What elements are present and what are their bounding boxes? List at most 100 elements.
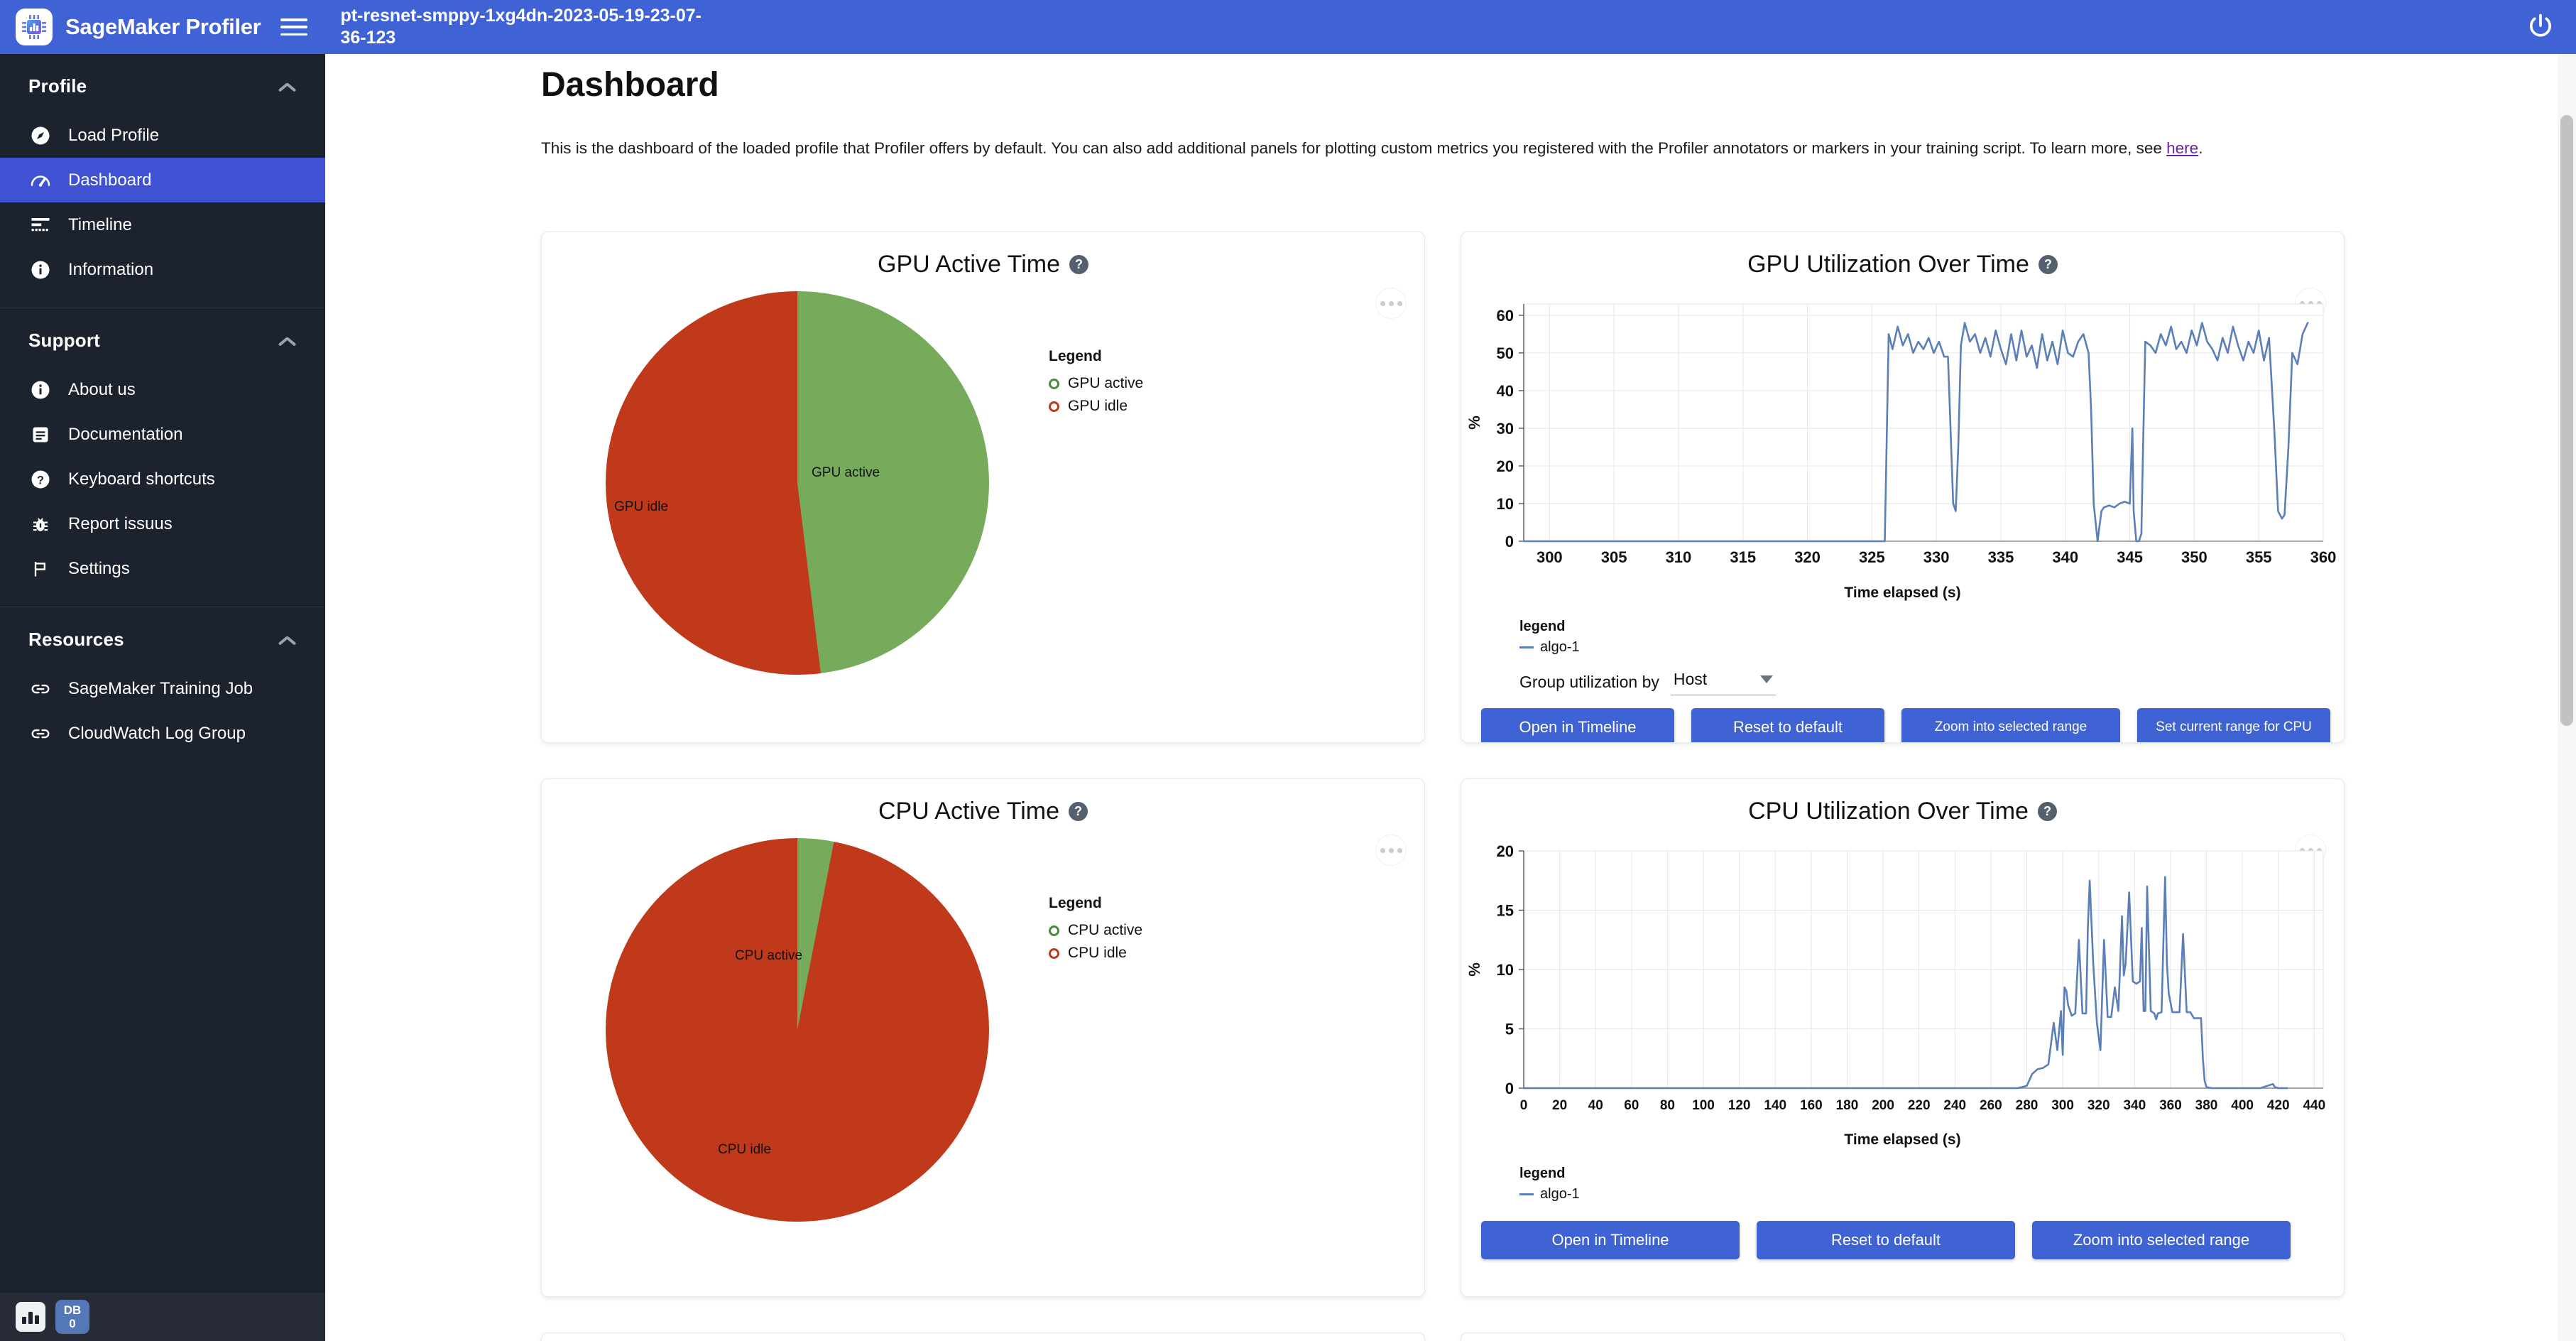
panel-title: Time Spent By Top 15 GPU Kernels ? — [1461, 1333, 2344, 1341]
sidebar-item-label: SageMaker Training Job — [68, 678, 253, 698]
reset-to-default-button[interactable]: Reset to default — [1757, 1221, 2015, 1259]
group-utilization-label: Group utilization by — [1519, 672, 1659, 691]
panel-cpu-active-time: CPU Active Time ? CPU active CPU idle Le… — [541, 778, 1425, 1297]
legend-item-cpu-idle[interactable]: CPU idle — [1049, 945, 1142, 962]
power-icon[interactable] — [2525, 11, 2556, 43]
svg-text:60: 60 — [1497, 307, 1514, 325]
gpu-pie-chart[interactable]: GPU active GPU idle — [606, 291, 989, 675]
svg-text:345: 345 — [2117, 548, 2143, 566]
x-axis-label: Time elapsed (s) — [1844, 585, 1961, 601]
svg-text:420: 420 — [2267, 1098, 2290, 1113]
svg-text:40: 40 — [1497, 382, 1514, 400]
intro-text-1: This is the dashboard of the loaded prof… — [541, 139, 2167, 157]
sidebar-item-timeline[interactable]: Timeline — [0, 202, 325, 247]
sidebar-section-title: Profile — [28, 75, 87, 97]
sidebar-section-header-resources[interactable]: Resources — [0, 610, 325, 666]
sidebar-section-header-profile[interactable]: Profile — [0, 57, 325, 113]
svg-text:340: 340 — [2123, 1098, 2146, 1113]
legend-item-gpu-active[interactable]: GPU active — [1049, 375, 1143, 392]
svg-text:15: 15 — [1497, 902, 1514, 920]
cpu-util-chart-area: 0 20 40 60 80 100 120 140 160 180 200 220 240 260 280 3… — [1461, 825, 2344, 1149]
svg-text:20: 20 — [1497, 457, 1514, 475]
svg-text:160: 160 — [1800, 1098, 1823, 1113]
svg-text:380: 380 — [2195, 1098, 2218, 1113]
bar-chart-icon[interactable] — [16, 1302, 45, 1332]
svg-text:100: 100 — [1692, 1098, 1715, 1113]
group-utilization-select[interactable]: Host — [1670, 668, 1776, 695]
help-icon[interactable]: ? — [1069, 255, 1088, 274]
legend-label: algo-1 — [1540, 639, 1580, 655]
help-icon[interactable]: ? — [2037, 802, 2057, 821]
svg-text:305: 305 — [1601, 548, 1627, 566]
cpu-pie-chart[interactable]: CPU active CPU idle — [606, 838, 989, 1222]
legend-item-algo-1[interactable]: algo-1 — [1519, 1186, 2344, 1202]
sidebar-item-documentation[interactable]: Documentation — [0, 412, 325, 457]
sidebar-item-label: Report issuus — [68, 514, 173, 533]
panels-grid: GPU Active Time ? GPU active GPU idle Le… — [541, 232, 2345, 1341]
sidebar-section-header-support[interactable]: Support — [0, 311, 325, 367]
chevron-down-icon — [1759, 675, 1773, 683]
main-content: Dashboard This is the dashboard of the l… — [325, 54, 2576, 1341]
sidebar-item-load-profile[interactable]: Load Profile — [0, 113, 325, 158]
sidebar-item-label: Settings — [68, 558, 130, 578]
svg-text:360: 360 — [2310, 548, 2337, 566]
svg-text:320: 320 — [2087, 1098, 2110, 1113]
open-in-timeline-button[interactable]: Open in Timeline — [1481, 1221, 1740, 1259]
sidebar-item-label: Dashboard — [68, 170, 152, 190]
intro-paragraph: This is the dashboard of the loaded prof… — [541, 137, 2330, 160]
vertical-scrollbar-track[interactable] — [2558, 54, 2576, 1341]
zoom-into-selected-range-button[interactable]: Zoom into selected range — [1901, 708, 2120, 742]
sidebar-item-label: Load Profile — [68, 125, 160, 145]
sidebar-item-label: Documentation — [68, 424, 183, 444]
legend-item-algo-1[interactable]: algo-1 — [1519, 639, 2344, 656]
hamburger-icon[interactable] — [279, 15, 309, 39]
legend-item-gpu-idle[interactable]: GPU idle — [1049, 398, 1143, 415]
open-in-timeline-button[interactable]: Open in Timeline — [1481, 708, 1674, 742]
svg-text:440: 440 — [2303, 1098, 2325, 1113]
svg-text:80: 80 — [1660, 1098, 1675, 1113]
sidebar-item-settings[interactable]: Settings — [0, 546, 325, 591]
sidebar-item-dashboard[interactable]: Dashboard — [0, 158, 325, 202]
panel-title: Time Spent By All GPU Kernels ? — [542, 1333, 1424, 1341]
help-icon[interactable]: ? — [1069, 802, 1088, 821]
sidebar-section-support: Support About us Documentation ? Keyboar… — [0, 308, 325, 591]
sidebar-item-about-us[interactable]: About us — [0, 367, 325, 412]
group-utilization-control: Group utilization by Host — [1519, 668, 2344, 695]
db-status-badge[interactable]: DB 0 — [55, 1300, 89, 1334]
gpu-util-chart-area: 300 305 310 315 320 325 330 335 340 345 350 355 360 0… — [1461, 278, 2344, 602]
reset-to-default-button[interactable]: Reset to default — [1691, 708, 1884, 742]
svg-text:40: 40 — [1588, 1098, 1603, 1113]
gpu-pie-legend: Legend GPU active GPU idle — [1049, 348, 1143, 420]
legend-label: CPU active — [1068, 922, 1143, 938]
svg-text:0: 0 — [1505, 533, 1514, 550]
timeline-icon — [28, 213, 53, 237]
sidebar-section-title: Resources — [28, 629, 124, 650]
svg-text:140: 140 — [1764, 1098, 1786, 1113]
intro-text-2: . — [2198, 139, 2203, 157]
learn-more-link[interactable]: here — [2166, 139, 2198, 157]
sidebar-item-report-issues[interactable]: Report issuus — [0, 501, 325, 546]
zoom-into-selected-range-button[interactable]: Zoom into selected range — [2032, 1221, 2291, 1259]
sidebar-item-keyboard-shortcuts[interactable]: ? Keyboard shortcuts — [0, 457, 325, 501]
sidebar-item-cloudwatch-log-group[interactable]: CloudWatch Log Group — [0, 711, 325, 756]
sidebar-item-label: Timeline — [68, 215, 132, 234]
compass-icon — [28, 124, 53, 148]
cpu-pie-area: CPU active CPU idle Legend CPU active CP… — [542, 825, 1424, 1222]
top-bar: SageMaker Profiler pt-resnet-smppy-1xg4d… — [0, 0, 2576, 54]
panel-time-spent-top15-gpu-kernels: Time Spent By Top 15 GPU Kernels ? — [1461, 1332, 2345, 1341]
legend-item-cpu-active[interactable]: CPU active — [1049, 922, 1142, 939]
set-current-range-for-cpu-button[interactable]: Set current range for CPU — [2137, 708, 2330, 742]
help-icon[interactable]: ? — [2038, 255, 2058, 274]
svg-text:0: 0 — [1505, 1080, 1514, 1097]
legend-title: legend — [1519, 1166, 1566, 1181]
vertical-scrollbar-thumb[interactable] — [2560, 115, 2573, 726]
svg-text:310: 310 — [1666, 548, 1692, 566]
cpu-utilization-line-chart[interactable]: 0 20 40 60 80 100 120 140 160 180 200 220 240 260 280 3… — [1461, 841, 2342, 1125]
svg-text:240: 240 — [1943, 1098, 1966, 1113]
sidebar-item-information[interactable]: Information — [0, 247, 325, 292]
legend-marker — [1049, 378, 1059, 389]
svg-text:350: 350 — [2181, 548, 2207, 566]
gpu-utilization-line-chart[interactable]: 300 305 310 315 320 325 330 335 340 345 350 355 360 0… — [1461, 294, 2342, 578]
legend-marker — [1049, 948, 1059, 959]
sidebar-item-sagemaker-training-job[interactable]: SageMaker Training Job — [0, 666, 325, 711]
